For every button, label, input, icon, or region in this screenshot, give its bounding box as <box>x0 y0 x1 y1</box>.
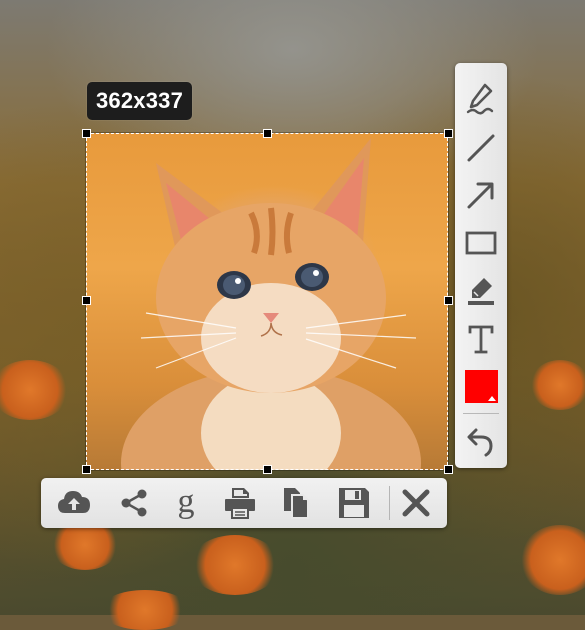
selection-border[interactable] <box>85 132 449 471</box>
resize-handle-top-left[interactable] <box>82 129 91 138</box>
share-button[interactable] <box>113 483 155 523</box>
text-tool-button[interactable] <box>461 319 501 359</box>
arrow-icon <box>467 182 494 209</box>
text-icon <box>468 325 494 354</box>
line-tool-button[interactable] <box>461 128 501 168</box>
background-flower <box>100 590 190 630</box>
undo-icon <box>467 428 493 457</box>
cloud-upload-icon <box>58 491 90 513</box>
copy-icon <box>284 488 309 519</box>
google-search-button[interactable]: g <box>165 483 207 523</box>
marker-tool-button[interactable] <box>461 271 501 311</box>
background-flower <box>0 360 70 420</box>
pencil-icon <box>466 83 494 115</box>
resize-handle-right[interactable] <box>444 296 453 305</box>
floppy-disk-icon <box>339 488 369 518</box>
pencil-tool-button[interactable] <box>461 78 501 118</box>
share-icon <box>121 489 147 517</box>
background-flower <box>530 360 585 410</box>
dropdown-triangle-icon <box>488 396 496 401</box>
marker-icon <box>468 278 494 305</box>
actions-toolbar: g <box>41 478 447 528</box>
close-icon <box>402 489 430 517</box>
resize-handle-top[interactable] <box>263 129 272 138</box>
resize-handle-left[interactable] <box>82 296 91 305</box>
copy-button[interactable] <box>275 483 317 523</box>
resize-handle-bottom[interactable] <box>263 465 272 474</box>
rectangle-icon <box>465 231 497 255</box>
selection-size-label: 362x337 <box>87 82 193 120</box>
resize-handle-bottom-right[interactable] <box>444 465 453 474</box>
background-flower <box>190 535 280 595</box>
print-button[interactable] <box>219 483 261 523</box>
color-picker-button[interactable] <box>465 370 498 403</box>
background-flower <box>520 525 585 595</box>
resize-handle-bottom-left[interactable] <box>82 465 91 474</box>
undo-button[interactable] <box>461 421 501 461</box>
rectangle-tool-button[interactable] <box>461 223 501 263</box>
toolbar-divider <box>389 486 390 520</box>
google-icon: g <box>178 485 195 520</box>
toolbar-divider <box>463 413 499 414</box>
line-icon <box>467 134 495 162</box>
resize-handle-top-right[interactable] <box>444 129 453 138</box>
svg-text:g: g <box>178 485 195 520</box>
close-button[interactable] <box>395 483 437 523</box>
arrow-tool-button[interactable] <box>461 175 501 215</box>
printer-icon <box>225 488 255 519</box>
upload-button[interactable] <box>53 483 95 523</box>
save-button[interactable] <box>333 483 375 523</box>
drawing-toolbar <box>455 63 507 468</box>
